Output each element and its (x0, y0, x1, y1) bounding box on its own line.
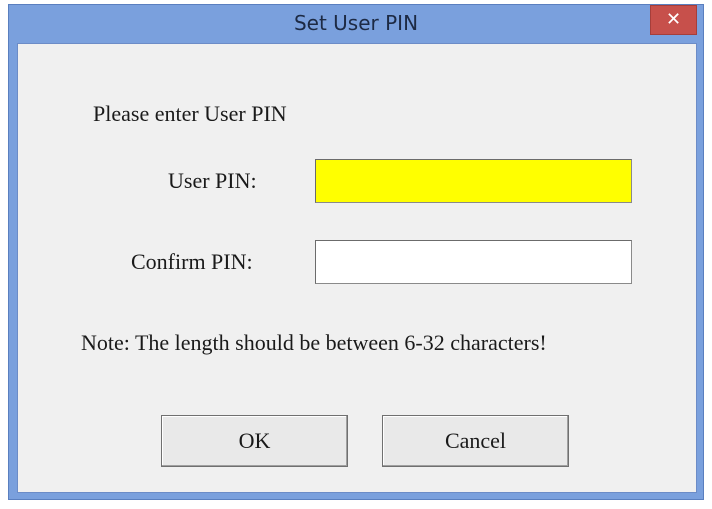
title-bar[interactable]: Set User PIN ✕ (9, 5, 703, 43)
confirm-pin-label: Confirm PIN: (131, 249, 253, 274)
user-pin-label: User PIN: (168, 168, 257, 193)
ok-button[interactable]: OK (161, 415, 348, 467)
cancel-button[interactable]: Cancel (382, 415, 569, 467)
user-pin-input[interactable] (315, 159, 632, 203)
confirm-pin-input[interactable] (315, 240, 632, 284)
set-user-pin-dialog: Set User PIN ✕ Please enter User PIN Use… (8, 4, 704, 500)
close-button[interactable]: ✕ (650, 5, 697, 35)
close-icon: ✕ (665, 9, 682, 30)
length-note: Note: The length should be between 6-32 … (81, 330, 547, 355)
instruction-text: Please enter User PIN (93, 101, 287, 126)
dialog-body: Please enter User PIN User PIN: Confirm … (17, 43, 697, 493)
window-title: Set User PIN (293, 11, 419, 35)
